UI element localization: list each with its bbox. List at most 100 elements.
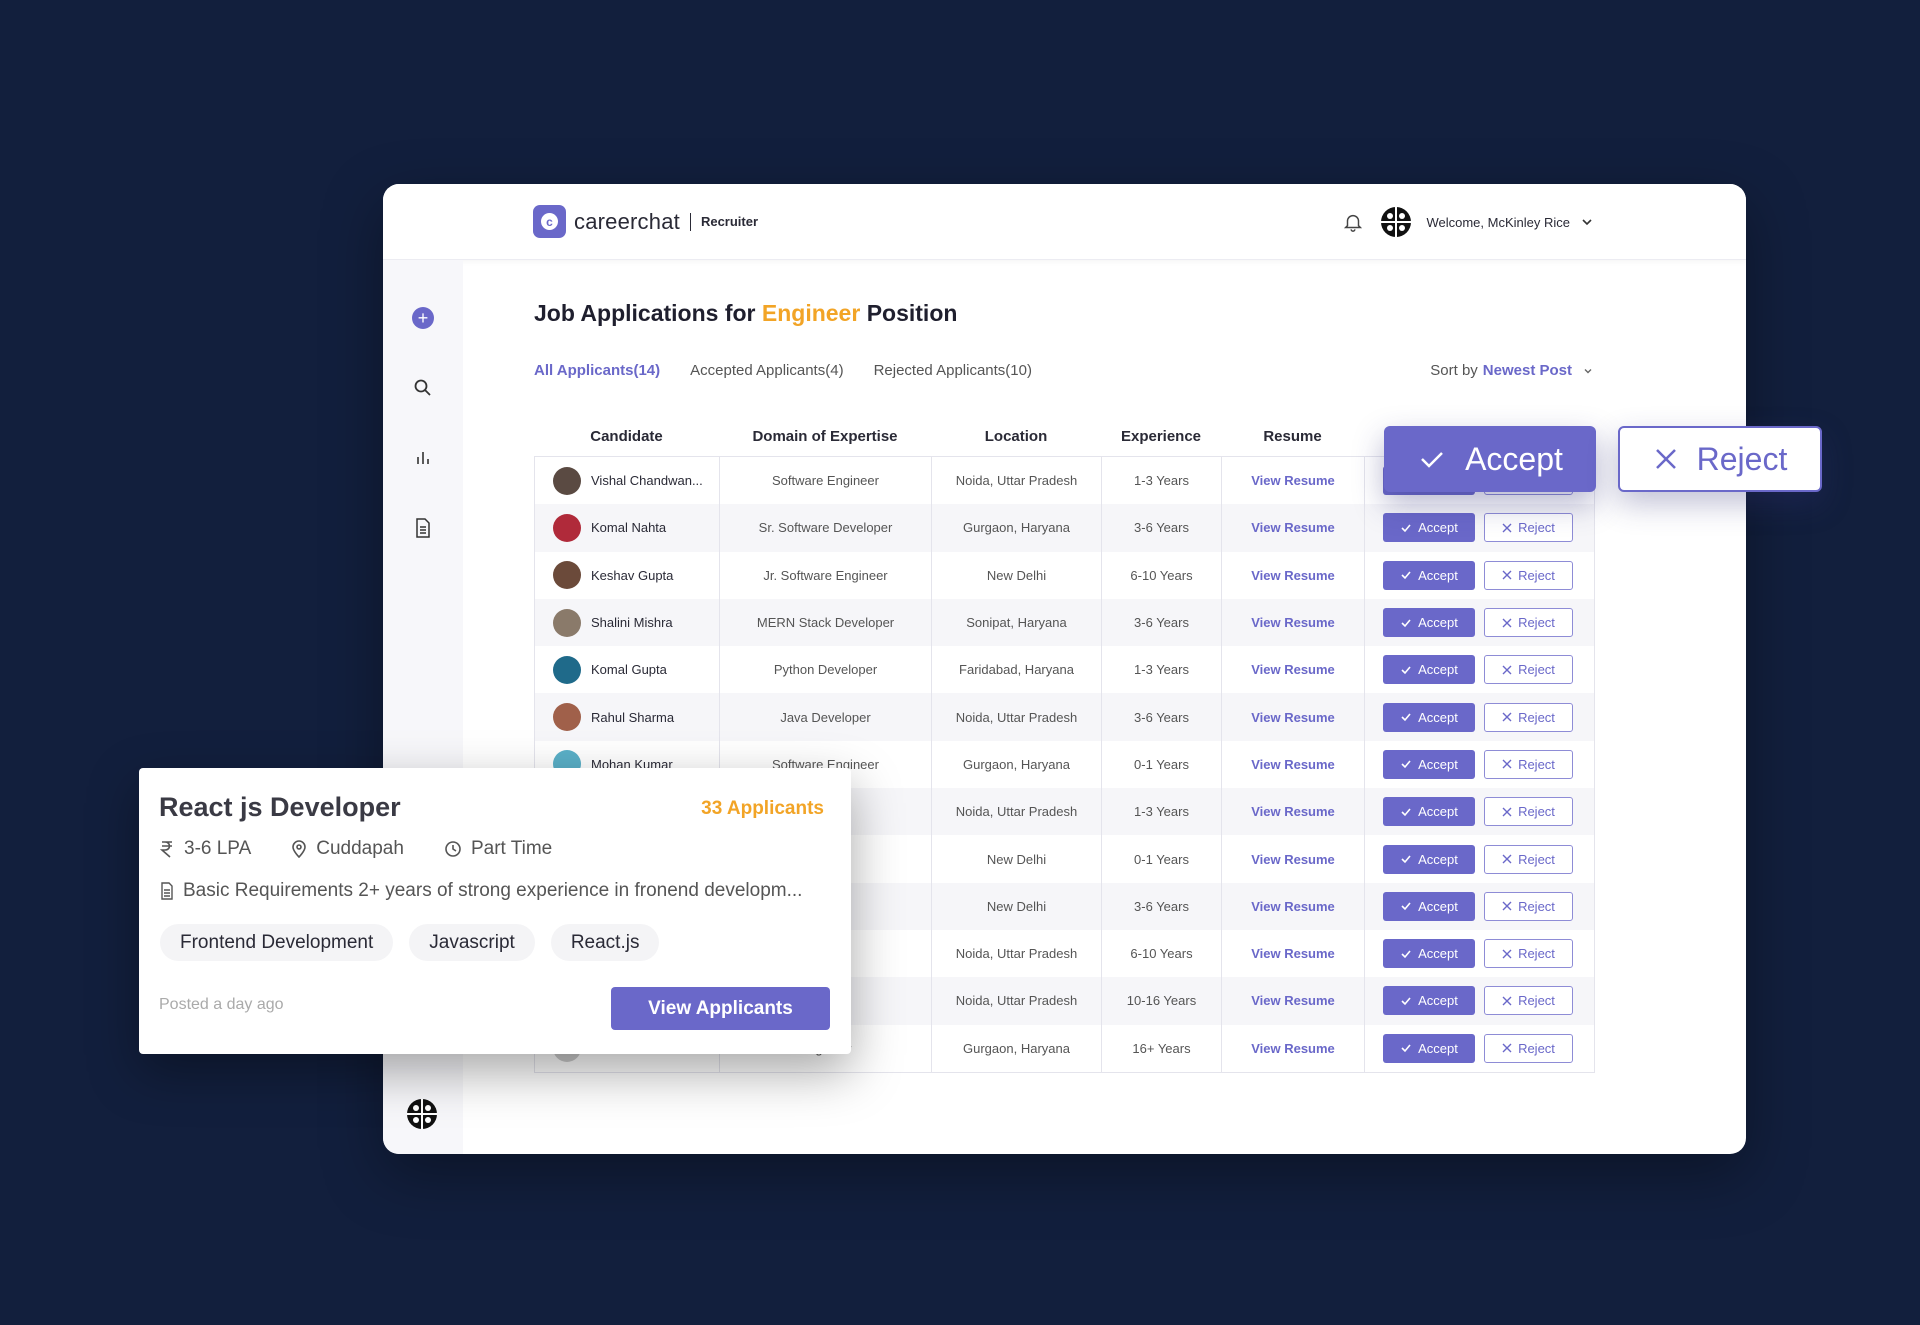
check-icon: [1401, 571, 1411, 580]
accept-button[interactable]: Accept: [1383, 608, 1475, 638]
close-icon: [1502, 996, 1512, 1006]
reject-button[interactable]: Reject: [1484, 844, 1573, 874]
skill-tag: Frontend Development: [160, 924, 394, 961]
view-resume-link[interactable]: View Resume: [1251, 568, 1335, 583]
accept-button[interactable]: Accept: [1383, 1033, 1475, 1063]
accept-button[interactable]: Accept: [1383, 513, 1475, 543]
view-resume-link[interactable]: View Resume: [1251, 899, 1335, 914]
view-resume-link[interactable]: View Resume: [1251, 473, 1335, 488]
reject-button[interactable]: Reject: [1484, 702, 1573, 732]
experience-cell: 3-6 Years: [1102, 504, 1222, 552]
actions-cell: Accept Reject: [1365, 1025, 1594, 1072]
view-resume-link[interactable]: View Resume: [1251, 757, 1335, 772]
view-resume-link[interactable]: View Resume: [1251, 520, 1335, 535]
accept-button[interactable]: Accept: [1383, 797, 1475, 827]
applicant-count[interactable]: 33 Applicants: [701, 798, 824, 820]
view-resume-link[interactable]: View Resume: [1251, 662, 1335, 677]
sidebar-documents-button[interactable]: [411, 516, 435, 540]
page-title: Job Applications for Engineer Position: [534, 300, 958, 326]
sidebar-search-button[interactable]: [411, 376, 435, 400]
tab-rejected-applicants[interactable]: Rejected Applicants(10): [874, 362, 1032, 379]
featured-reject-button[interactable]: Reject: [1618, 426, 1822, 492]
job-card: React js Developer 33 Applicants 3-6 LPA…: [139, 768, 851, 1054]
close-icon: [1502, 618, 1512, 628]
actions-cell: Accept Reject: [1365, 930, 1594, 977]
reject-button[interactable]: Reject: [1484, 608, 1573, 638]
view-resume-link[interactable]: View Resume: [1251, 852, 1335, 867]
sort-dropdown[interactable]: Sort by Newest Post: [1430, 362, 1594, 379]
check-icon: [1401, 1044, 1411, 1053]
resume-cell: View Resume: [1222, 598, 1365, 647]
header-location: Location: [984, 427, 1048, 445]
candidate-name[interactable]: Komal Nahta: [591, 520, 666, 535]
close-icon: [1502, 854, 1512, 864]
accept-button[interactable]: Accept: [1383, 844, 1475, 874]
actions-cell: Accept Reject: [1365, 504, 1594, 551]
close-icon: [1502, 1043, 1512, 1053]
header-experience: Experience: [1120, 427, 1202, 445]
avatar: [553, 655, 581, 684]
accept-button[interactable]: Accept: [1383, 939, 1475, 969]
domain-cell: Sr. Software Developer: [720, 504, 932, 552]
reject-button[interactable]: Reject: [1484, 891, 1573, 921]
featured-accept-button[interactable]: Accept: [1384, 426, 1596, 492]
view-resume-link[interactable]: View Resume: [1251, 804, 1335, 819]
location-cell: Noida, Uttar Pradesh: [932, 788, 1102, 836]
reject-button[interactable]: Reject: [1484, 1033, 1573, 1063]
reject-button[interactable]: Reject: [1484, 655, 1573, 685]
plus-icon: +: [412, 307, 434, 329]
experience-cell: 0-1 Years: [1102, 835, 1222, 883]
reject-button[interactable]: Reject: [1484, 749, 1573, 779]
sidebar-analytics-button[interactable]: [411, 446, 435, 470]
reject-button[interactable]: Reject: [1484, 560, 1573, 590]
logo[interactable]: c careerchat Recruiter: [533, 205, 758, 238]
avatar: [553, 703, 581, 732]
check-icon: [1421, 452, 1443, 468]
sort-value: Newest Post: [1482, 362, 1572, 379]
reject-button[interactable]: Reject: [1484, 986, 1573, 1016]
reject-button[interactable]: Reject: [1484, 513, 1573, 543]
candidate-name[interactable]: Komal Gupta: [591, 662, 667, 677]
accept-button[interactable]: Accept: [1383, 702, 1475, 732]
candidate-name[interactable]: Vishal Chandwan...: [591, 473, 703, 488]
view-applicants-button[interactable]: View Applicants: [611, 987, 830, 1030]
view-resume-link[interactable]: View Resume: [1251, 993, 1335, 1008]
location-cell: Noida, Uttar Pradesh: [932, 693, 1102, 741]
tab-all-applicants[interactable]: All Applicants(14): [534, 362, 660, 379]
bar-chart-icon: [417, 452, 429, 464]
check-icon: [1401, 950, 1411, 958]
chevron-down-icon[interactable]: [1580, 215, 1594, 229]
view-resume-link[interactable]: View Resume: [1251, 710, 1335, 725]
accept-button[interactable]: Accept: [1383, 749, 1475, 779]
bell-icon[interactable]: [1342, 211, 1364, 233]
close-icon: [1502, 949, 1512, 959]
close-icon: [1502, 901, 1512, 911]
experience-cell: 3-6 Years: [1102, 882, 1222, 930]
sidebar-avatar[interactable]: [406, 1098, 438, 1130]
accept-button[interactable]: Accept: [1383, 891, 1475, 921]
accept-button[interactable]: Accept: [1383, 655, 1475, 685]
view-resume-link[interactable]: View Resume: [1251, 946, 1335, 961]
reject-button[interactable]: Reject: [1484, 939, 1573, 969]
job-meta: 3-6 LPA Cuddapah Part Time: [159, 838, 592, 860]
accept-button[interactable]: Accept: [1383, 560, 1475, 590]
candidate-name[interactable]: Rahul Sharma: [591, 710, 674, 725]
avatar: [553, 466, 581, 495]
reject-button[interactable]: Reject: [1484, 797, 1573, 827]
view-resume-link[interactable]: View Resume: [1251, 615, 1335, 630]
close-icon: [1502, 570, 1512, 580]
job-title: React js Developer: [159, 792, 401, 822]
accept-button[interactable]: Accept: [1383, 986, 1475, 1016]
domain-cell: Jr. Software Engineer: [720, 551, 932, 599]
experience-cell: 0-1 Years: [1102, 740, 1222, 789]
sidebar-add-button[interactable]: +: [411, 306, 435, 330]
candidate-name[interactable]: Shalini Mishra: [591, 615, 673, 630]
candidate-name[interactable]: Keshav Gupta: [591, 568, 673, 583]
location-pin-icon: [292, 840, 307, 858]
resume-cell: View Resume: [1222, 1024, 1365, 1072]
avatar[interactable]: [1380, 206, 1412, 238]
view-resume-link[interactable]: View Resume: [1251, 1041, 1335, 1056]
domain-cell: Java Developer: [720, 693, 932, 741]
resume-cell: View Resume: [1222, 693, 1365, 741]
tab-accepted-applicants[interactable]: Accepted Applicants(4): [690, 362, 843, 379]
